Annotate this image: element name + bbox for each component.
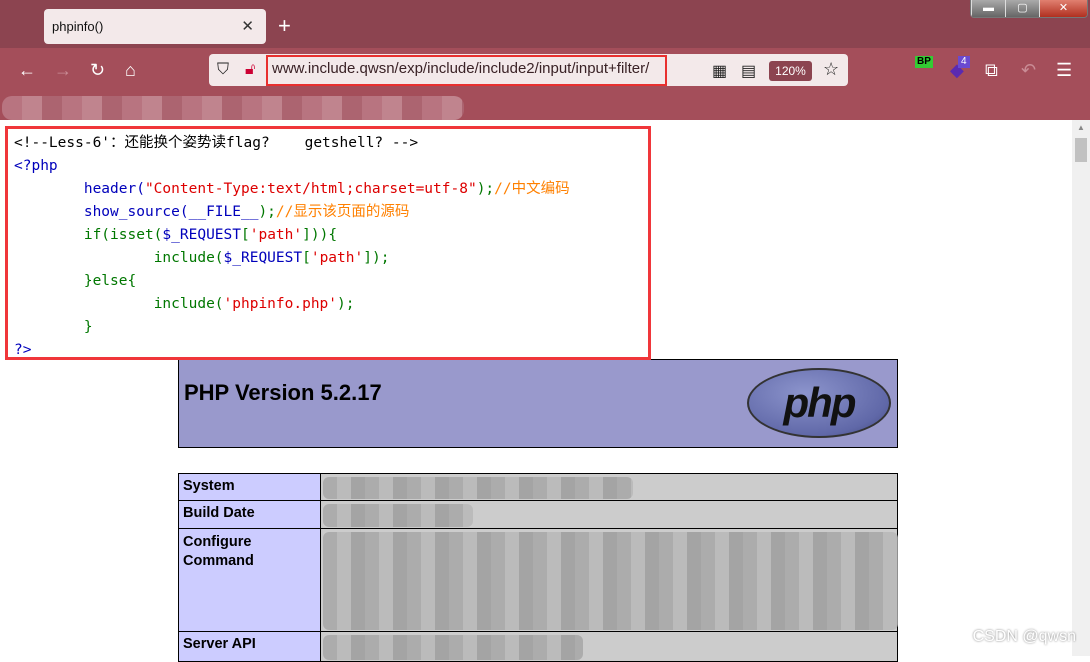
extensions-puzzle-icon[interactable]: ⧉ [985, 60, 998, 80]
code-token: [ [241, 227, 250, 243]
code-token: include( [153, 296, 224, 312]
navigation-toolbar: ← → ↻ ⌂ ⛉ 🔓︎ www.include.qwsn/exp/includ… [0, 48, 1090, 92]
code-token: ])){ [302, 227, 338, 243]
zoom-level[interactable]: 120% [769, 61, 812, 81]
row-value-redacted [320, 528, 898, 632]
code-token: 'path' [249, 227, 303, 243]
php-open-tag: <?php [14, 158, 58, 174]
code-token: ); [258, 204, 276, 220]
new-tab-button[interactable]: + [278, 13, 291, 39]
burp-extension-icon[interactable]: BP [915, 56, 933, 68]
code-token: ); [476, 181, 495, 197]
maximize-button[interactable]: ▢ [1005, 0, 1039, 17]
code-comment: //显示该页面的源码 [275, 204, 410, 220]
bookmark-star-icon[interactable]: ☆ [823, 59, 839, 80]
undo-icon[interactable]: ↶ [1021, 60, 1036, 80]
scroll-up-icon[interactable]: ▲ [1077, 123, 1085, 132]
table-row: System [178, 473, 898, 501]
insecure-lock-icon[interactable]: 🔓︎ [245, 61, 255, 79]
row-key: Server API [178, 631, 321, 662]
row-value-redacted [320, 500, 898, 529]
page-scrollbar[interactable]: ▲ [1072, 120, 1090, 656]
reload-icon[interactable]: ↻ [90, 60, 105, 80]
window-controls: ▬ ▢ ✕ [970, 0, 1088, 18]
menu-icon[interactable]: ☰ [1056, 60, 1072, 80]
title-bar: phpinfo() ✕ + ▬ ▢ ✕ [0, 0, 1090, 48]
bookmarks-bar [0, 92, 1090, 120]
forward-icon[interactable]: → [54, 60, 72, 80]
scroll-thumb[interactable] [1075, 138, 1087, 162]
code-token: 'phpinfo.php' [223, 296, 338, 312]
home-icon[interactable]: ⌂ [125, 60, 136, 80]
close-window-button[interactable]: ✕ [1039, 0, 1087, 17]
php-source-code: <!--Less-6'：还能换个姿势读flag? getshell? --> <… [5, 126, 651, 360]
phpinfo-header: PHP Version 5.2.17 php [178, 359, 898, 448]
watermark: CSDN @qwsn [972, 628, 1076, 645]
code-token: if(isset( [83, 227, 163, 243]
code-token: ); [337, 296, 355, 312]
table-row: Configure Command [178, 528, 898, 632]
extension-count-badge: 4 [958, 56, 970, 68]
php-logo[interactable]: php [747, 368, 891, 438]
table-row: Server API [178, 631, 898, 662]
code-token: ]); [363, 250, 390, 266]
code-token: } [83, 319, 93, 335]
back-icon[interactable]: ← [18, 60, 36, 80]
code-token: __FILE__ [188, 204, 259, 220]
code-token: header( [83, 181, 145, 197]
row-value-redacted [320, 473, 898, 501]
minimize-button[interactable]: ▬ [971, 0, 1005, 17]
blurred-bookmarks [2, 96, 464, 120]
tab-phpinfo[interactable]: phpinfo() ✕ [44, 9, 266, 44]
php-close-tag: ?> [14, 342, 32, 358]
url-input[interactable]: www.include.qwsn/exp/include/include2/in… [272, 60, 649, 77]
code-token: [ [302, 250, 311, 266]
close-tab-icon[interactable]: ✕ [241, 17, 254, 35]
reader-view-icon[interactable]: ▤ [741, 61, 756, 81]
code-token: }else{ [83, 273, 137, 289]
shield-icon[interactable]: ⛉ [217, 61, 229, 79]
code-token: "Content-Type:text/html;charset=utf-8" [144, 181, 477, 197]
qr-code-icon[interactable]: ▦ [712, 61, 727, 81]
table-row: Build Date [178, 500, 898, 529]
code-token: include( [153, 250, 224, 266]
row-key: System [178, 473, 321, 501]
row-key: Configure Command [178, 528, 321, 632]
address-bar[interactable]: ⛉ 🔓︎ www.include.qwsn/exp/include/includ… [209, 54, 848, 86]
code-token: $_REQUEST [223, 250, 303, 266]
code-token: 'path' [310, 250, 364, 266]
phpinfo-table: System Build Date Configure Command Serv… [178, 473, 898, 662]
row-key: Build Date [178, 500, 321, 529]
code-token: show_source( [83, 204, 189, 220]
row-value-redacted [320, 631, 898, 662]
php-version-title: PHP Version 5.2.17 [184, 380, 382, 405]
code-token: $_REQUEST [162, 227, 241, 243]
source-comment: <!--Less-6'：还能换个姿势读flag? getshell? --> [14, 135, 419, 151]
code-comment: //中文编码 [494, 181, 570, 197]
tab-title: phpinfo() [52, 19, 104, 34]
